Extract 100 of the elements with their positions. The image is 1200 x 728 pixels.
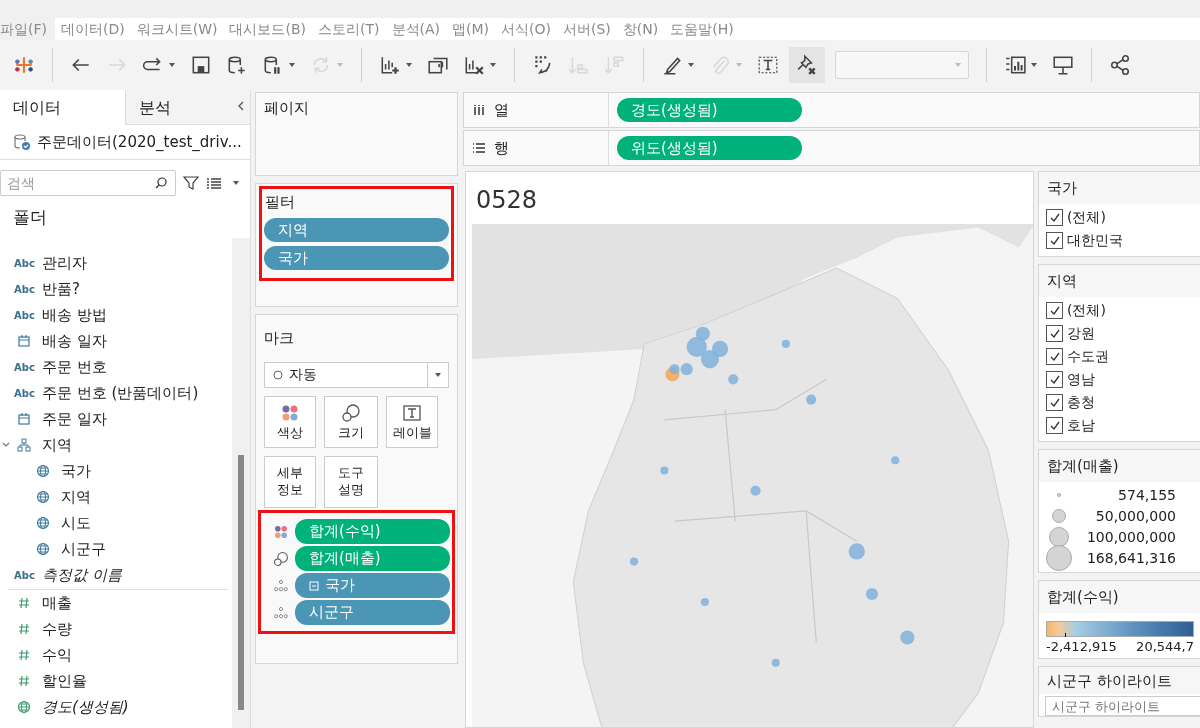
field-item[interactable]: 주문 번호 [42, 357, 107, 377]
type-label: Abc [14, 387, 34, 399]
shelf-label: 열 [494, 100, 509, 120]
type-label: Abc [14, 283, 34, 295]
caret-icon [954, 61, 962, 69]
caret-icon [735, 61, 743, 69]
field-item[interactable]: 매출 [42, 593, 72, 613]
field-item[interactable]: 경도(생성됨) [42, 697, 129, 717]
filter-option[interactable]: 충청 [1067, 393, 1095, 412]
checkbox[interactable] [1046, 371, 1063, 388]
mark-button[interactable]: 세부 정보 [264, 456, 316, 508]
list-view-icon[interactable] [206, 175, 222, 191]
checkbox[interactable] [1046, 417, 1063, 434]
legend-title: 국가 [1039, 172, 1200, 204]
filter-icon[interactable] [182, 174, 200, 192]
save-icon [190, 54, 212, 76]
field-item[interactable]: 수익 [42, 645, 72, 665]
checkmark-icon [1048, 304, 1061, 317]
filter-option[interactable]: (전체) [1067, 301, 1106, 320]
search-icon[interactable] [154, 176, 168, 190]
filter-option[interactable]: 영남 [1067, 370, 1095, 389]
menu-item[interactable]: 대시보드(B) [223, 18, 312, 40]
menu-item[interactable]: 서식(O) [495, 18, 557, 40]
new-sheet-icon [379, 54, 401, 76]
legend-value: 20,544,7 [1136, 639, 1194, 654]
checkbox[interactable] [1046, 209, 1063, 226]
mark-button[interactable]: 색상 [264, 396, 316, 448]
filter-option[interactable]: 호남 [1067, 416, 1095, 435]
caret-icon [489, 61, 497, 69]
menu-item[interactable]: 워크시트(W) [130, 18, 224, 40]
field-item[interactable]: 관리자 [42, 253, 87, 273]
pin-button[interactable] [789, 47, 825, 83]
filter-option[interactable]: 수도권 [1067, 347, 1109, 366]
mark-type-label: 자동 [289, 366, 318, 384]
highlight-field[interactable]: 시군구 하이라이트 [1045, 696, 1200, 716]
legend-value: 574,155 [1117, 486, 1176, 503]
text-label-icon [402, 402, 422, 423]
filter-option[interactable]: (전체) [1067, 208, 1106, 227]
detail-dots-icon [273, 577, 289, 594]
field-item[interactable]: 주문 일자 [42, 409, 107, 429]
presentation-icon [1052, 54, 1074, 76]
filter-option[interactable]: 강원 [1067, 324, 1095, 343]
menu-item[interactable]: 도움말(H) [664, 18, 740, 40]
menu-item[interactable]: 맵(M) [446, 18, 496, 40]
checkmark-icon [1048, 327, 1061, 340]
collapse-hierarchy-icon[interactable] [309, 580, 319, 591]
field-item[interactable]: 국가 [61, 461, 91, 481]
card-title: 마크 [264, 329, 295, 348]
caret-icon[interactable] [232, 179, 240, 187]
search-field[interactable]: 검색 [0, 170, 176, 196]
field-item[interactable]: 주문 번호 (반품데이터) [42, 383, 199, 403]
menu-item[interactable]: 스토리(T) [312, 18, 386, 40]
caret-icon [288, 61, 296, 69]
columns-icon [472, 103, 486, 117]
card-title: 필터 [265, 193, 296, 212]
field-item[interactable]: 측정값 이름 [42, 565, 122, 585]
size-circles-icon [273, 550, 289, 567]
size-circles-icon [341, 402, 361, 423]
field-item[interactable]: 수량 [42, 619, 72, 639]
mark-button[interactable]: 크기 [324, 396, 378, 448]
size-circle [1052, 508, 1066, 523]
mark-button[interactable]: 레이블 [386, 396, 438, 448]
scrollbar[interactable] [232, 238, 250, 728]
checkmark-icon [1048, 350, 1061, 363]
menu-item[interactable]: 서버(S) [557, 18, 617, 40]
type-label: Abc [14, 361, 34, 373]
datasource-name[interactable]: 주문데이터(2020_test_driv... [37, 132, 242, 152]
field-item[interactable]: 시도 [61, 513, 91, 533]
pane-tab[interactable]: 분석 [124, 90, 250, 125]
field-item[interactable]: 지역 [61, 487, 91, 507]
size-circle [1057, 492, 1061, 497]
menu-item[interactable]: 데이터(D) [55, 18, 131, 40]
filter-option[interactable]: 대한민국 [1067, 231, 1123, 250]
mark-type-dropdown[interactable]: 자동 [264, 362, 449, 388]
checkbox[interactable] [1046, 348, 1063, 365]
field-item[interactable]: 배송 방법 [42, 305, 107, 325]
checkbox[interactable] [1046, 394, 1063, 411]
mark-button[interactable]: 도구 설명 [324, 456, 378, 508]
field-item[interactable]: 할인율 [42, 671, 87, 691]
checkbox[interactable] [1046, 232, 1063, 249]
menu-item[interactable]: 창(N) [616, 18, 665, 40]
legend-value: -2,412,915 [1046, 639, 1117, 654]
color-dots-icon [273, 523, 289, 540]
type-label: Abc [14, 309, 34, 321]
caret-icon [336, 61, 344, 69]
caret-icon [168, 61, 176, 69]
field-item[interactable]: 지역 [42, 435, 72, 455]
card-title: 페이지 [264, 99, 310, 118]
menu-item[interactable]: 분석(A) [385, 18, 446, 40]
legend-title: 합계(매출) [1039, 450, 1200, 482]
collapse-icon[interactable] [236, 100, 246, 112]
checkbox[interactable] [1046, 302, 1063, 319]
field-item[interactable]: 반품? [42, 279, 80, 299]
field-item[interactable]: 배송 일자 [42, 331, 107, 351]
checkmark-icon [1048, 419, 1061, 432]
size-circle [1049, 526, 1069, 547]
sort-descending-icon [604, 54, 626, 76]
field-item[interactable]: 시군구 [61, 539, 106, 559]
text-box-icon [757, 54, 779, 76]
checkbox[interactable] [1046, 325, 1063, 342]
